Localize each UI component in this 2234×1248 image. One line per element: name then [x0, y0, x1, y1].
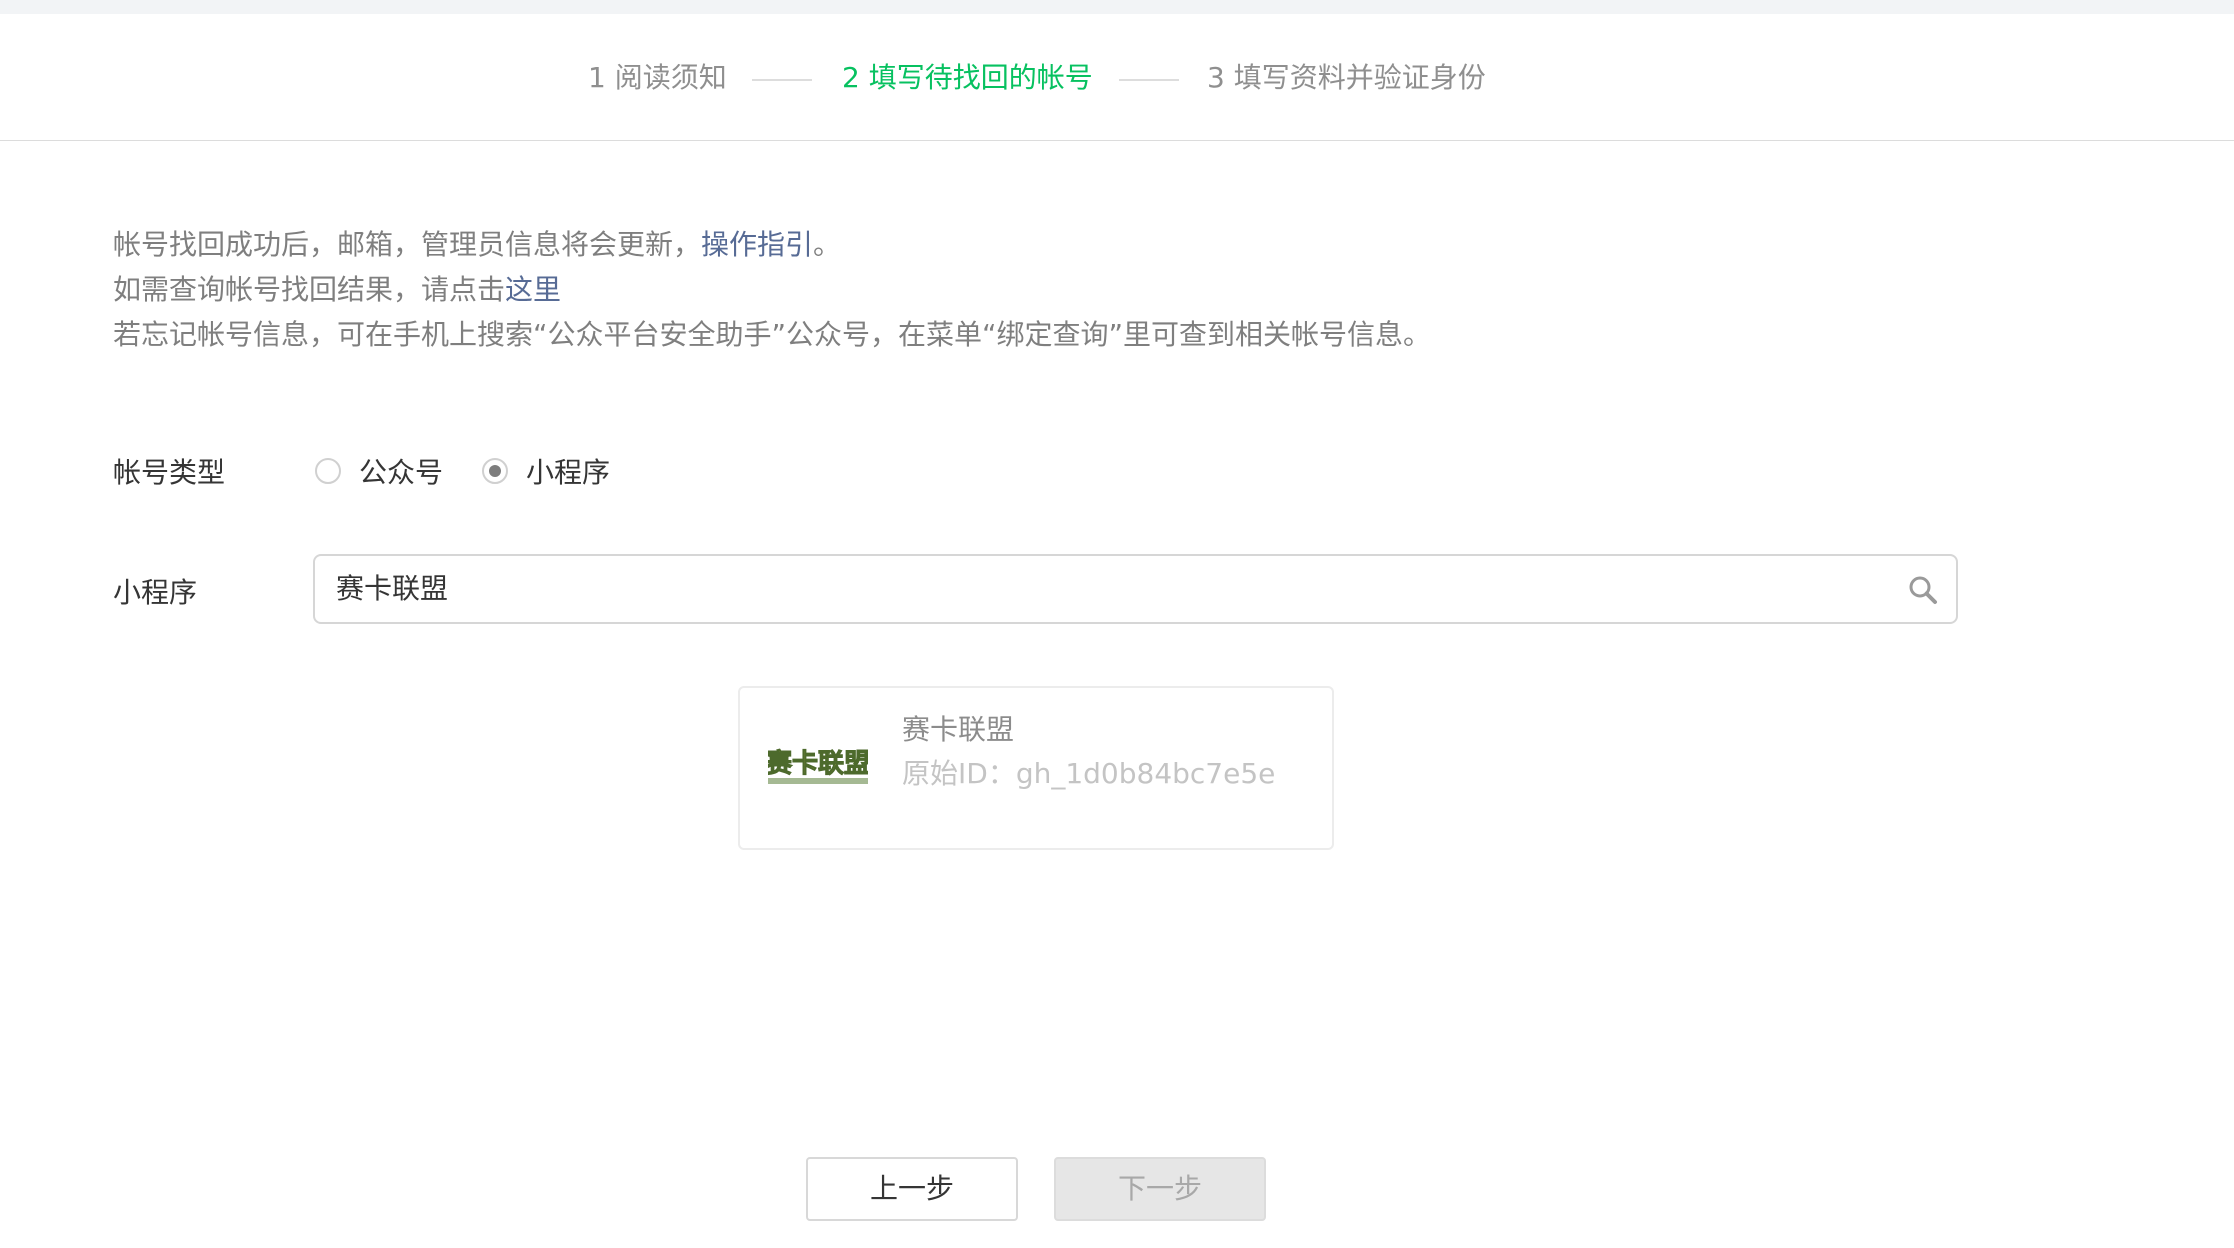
- prev-step-button[interactable]: 上一步: [806, 1157, 1018, 1221]
- result-name: 赛卡联盟: [902, 713, 1015, 746]
- step-2: 2 填写待找回的帐号: [842, 61, 1093, 94]
- radio-official-account[interactable]: 公众号: [315, 455, 443, 489]
- check-result-link[interactable]: 这里: [505, 273, 561, 306]
- radio-checked-icon: [482, 458, 508, 484]
- guide-link[interactable]: 操作指引: [701, 228, 813, 261]
- step-3: 3 填写资料并验证身份: [1207, 61, 1486, 94]
- radio-miniprogram[interactable]: 小程序: [482, 455, 610, 489]
- notice-line-2: 如需查询帐号找回结果，请点击这里: [113, 273, 562, 306]
- miniprogram-search-input[interactable]: 赛卡联盟: [313, 554, 1958, 624]
- step-indicator: 1 阅读须知 2 填写待找回的帐号 3 填写资料并验证身份: [0, 14, 2234, 141]
- miniprogram-label: 小程序: [113, 576, 198, 609]
- step-divider: [752, 79, 812, 81]
- notice-line-3: 若忘记帐号信息，可在手机上搜索“公众平台安全助手”公众号，在菜单“绑定查询”里可…: [113, 318, 1432, 351]
- search-result-card[interactable]: 赛卡联盟 赛卡联盟 原始ID：gh_1d0b84bc7e5e: [738, 686, 1334, 850]
- step-1: 1 阅读须知: [588, 61, 727, 94]
- radio-unchecked-icon: [315, 458, 341, 484]
- result-original-id: 原始ID：gh_1d0b84bc7e5e: [902, 757, 1276, 790]
- search-value: 赛卡联盟: [336, 572, 449, 605]
- notice-line-1: 帐号找回成功后，邮箱，管理员信息将会更新，操作指引。: [113, 228, 842, 261]
- top-bar: [0, 0, 2234, 14]
- svg-text:赛卡联盟: 赛卡联盟: [768, 748, 868, 779]
- next-step-button[interactable]: 下一步: [1054, 1157, 1266, 1221]
- step-divider: [1119, 79, 1179, 81]
- search-icon[interactable]: [1908, 575, 1938, 605]
- account-type-label: 帐号类型: [113, 456, 226, 489]
- miniprogram-logo: 赛卡联盟: [768, 748, 868, 784]
- notice-text: 帐号找回成功后，邮箱，管理员信息将会更新，操作指引。 如需查询帐号找回结果，请点…: [113, 222, 1431, 357]
